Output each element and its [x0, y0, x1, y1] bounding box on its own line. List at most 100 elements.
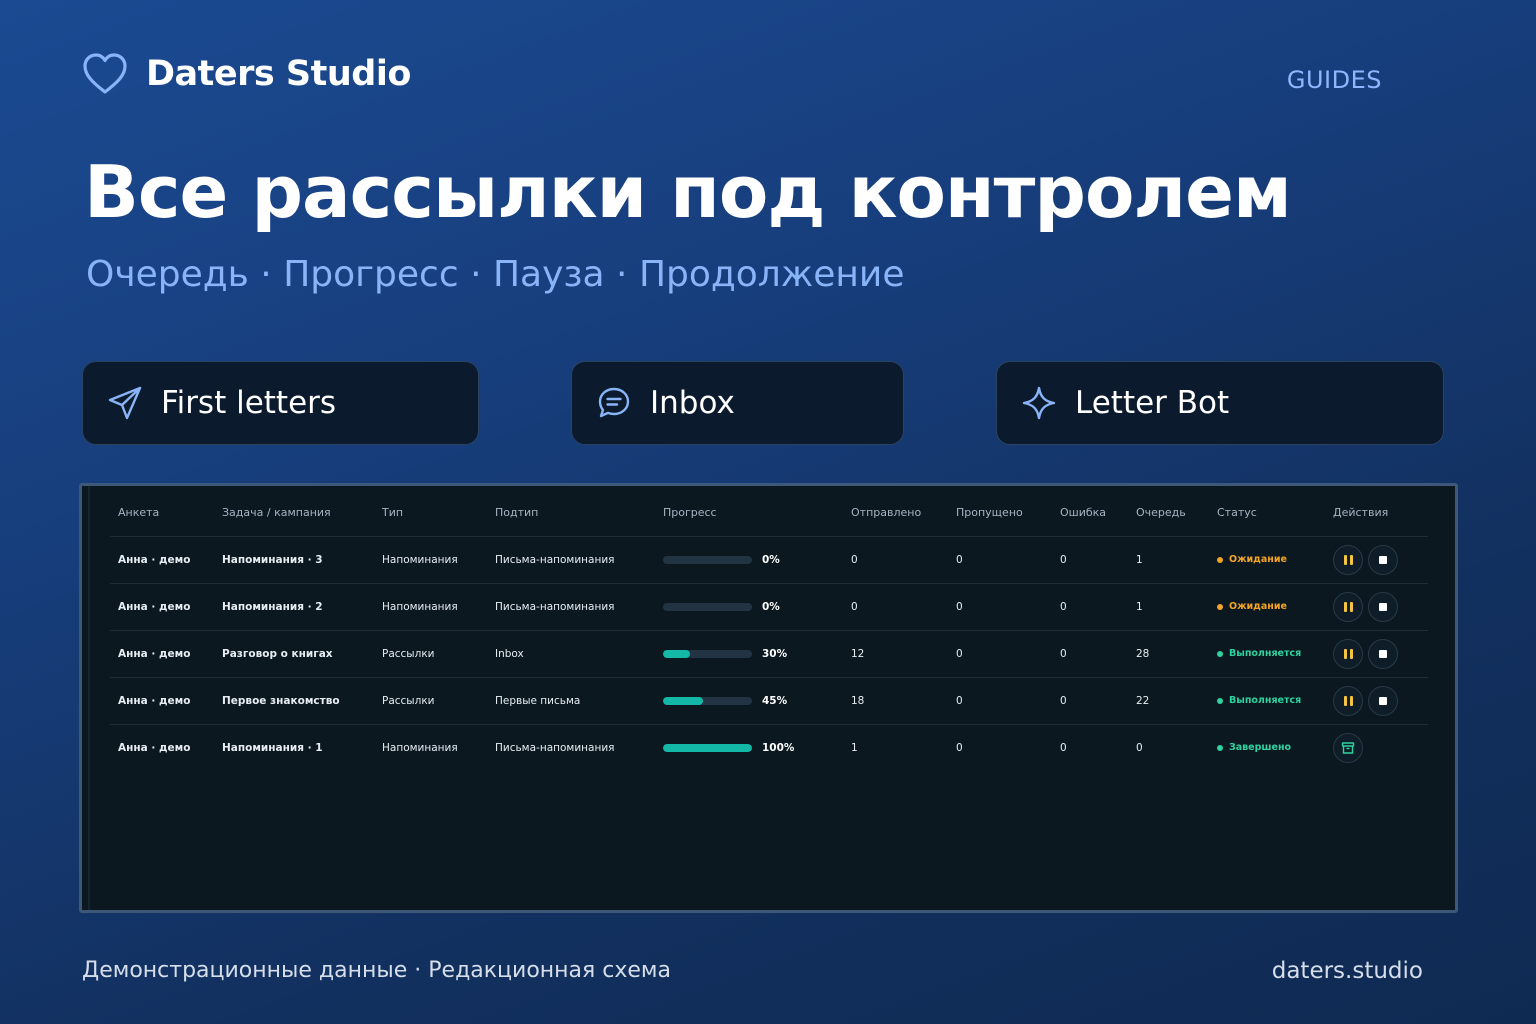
- status-dot: [1217, 603, 1223, 610]
- column-header[interactable]: Отправлено: [843, 486, 948, 537]
- progress-percent: 30%: [762, 647, 788, 660]
- status-dot: [1217, 697, 1223, 704]
- progress-bar: [663, 602, 752, 611]
- status-badge: Ожидание: [1217, 554, 1325, 565]
- cell-subtype: Письма-напоминания: [487, 536, 655, 584]
- pause-icon: [1343, 601, 1353, 612]
- card-first-letters[interactable]: First letters: [82, 361, 479, 445]
- cell-queue: 22: [1128, 677, 1209, 725]
- footer-domain[interactable]: daters.studio: [1272, 958, 1423, 984]
- cell-actions: [1325, 583, 1428, 631]
- cell-status: Ожидание: [1209, 583, 1325, 631]
- table-row[interactable]: Анна · демо Напоминания · 1 Напоминания Пис…: [110, 724, 1428, 771]
- cell-error: 0: [1052, 583, 1128, 631]
- send-icon: [108, 386, 142, 420]
- cell-skipped: 0: [948, 630, 1052, 678]
- cell-actions: [1325, 536, 1428, 584]
- brand-name: Daters Studio: [146, 54, 411, 94]
- cell-type: Рассылки: [374, 677, 487, 725]
- cell-queue: 1: [1128, 536, 1209, 584]
- column-header[interactable]: Ошибка: [1052, 486, 1128, 537]
- pause-button[interactable]: [1333, 638, 1363, 669]
- table-row[interactable]: Анна · демо Первое знакомство Рассылки Перв…: [110, 677, 1428, 725]
- status-label: Выполняется: [1229, 695, 1302, 706]
- cell-progress: 0%: [655, 583, 843, 631]
- pause-button[interactable]: [1333, 544, 1363, 575]
- column-header[interactable]: Подтип: [487, 486, 655, 537]
- progress-bar-fill: [663, 743, 752, 752]
- pause-icon: [1343, 648, 1353, 659]
- cell-type: Напоминания: [382, 741, 458, 754]
- cell-sent: 0: [843, 536, 948, 584]
- status-badge: Выполняется: [1217, 648, 1325, 659]
- table-header-row: Анкета Задача / кампания Тип Подтип Прогресс…: [110, 486, 1428, 537]
- cell-error: 0: [1052, 536, 1128, 584]
- table-row[interactable]: Анна · демо Напоминания · 2 Напоминания Пис…: [110, 583, 1428, 631]
- cell-task: Разговор о книгах: [214, 630, 374, 678]
- cell-profile: Анна · демо: [110, 536, 214, 584]
- column-header[interactable]: Задача / кампания: [214, 486, 374, 537]
- card-inbox[interactable]: Inbox: [571, 361, 904, 445]
- progress-bar-fill: [663, 696, 704, 705]
- page-title: Все рассылки под контролем: [84, 150, 1292, 234]
- cell-queue: 1: [1128, 583, 1209, 631]
- cell-profile: Анна · демо: [110, 630, 214, 678]
- cell-task: Напоминания · 2: [214, 583, 374, 631]
- column-header[interactable]: Действия: [1325, 486, 1428, 537]
- column-header[interactable]: Очередь: [1128, 486, 1209, 537]
- column-header[interactable]: Пропущено: [948, 486, 1052, 537]
- status-label: Ожидание: [1229, 601, 1287, 612]
- cell-type: Напоминания: [374, 583, 487, 631]
- stop-button[interactable]: [1368, 544, 1398, 575]
- progress-bar-fill: [663, 649, 690, 658]
- progress-bar: [663, 555, 752, 564]
- pause-icon: [1343, 695, 1353, 706]
- cell-status: Выполняется: [1209, 677, 1325, 725]
- column-header[interactable]: Анкета: [110, 486, 214, 537]
- progress-percent: 0%: [762, 553, 780, 566]
- pause-icon: [1343, 554, 1353, 565]
- stop-icon: [1379, 555, 1387, 564]
- archive-button[interactable]: [1333, 732, 1363, 763]
- cell-skipped: 0: [948, 583, 1052, 631]
- cell-status: Ожидание: [1209, 536, 1325, 584]
- cell-status: Выполняется: [1209, 630, 1325, 678]
- pause-button[interactable]: [1333, 685, 1363, 716]
- cell-sent: 0: [843, 583, 948, 631]
- column-header[interactable]: Прогресс: [655, 486, 843, 537]
- page-subtitle: Очередь · Прогресс · Пауза · Продолжение: [86, 254, 905, 295]
- guides-link[interactable]: GUIDES: [1287, 66, 1382, 94]
- pause-button[interactable]: [1333, 591, 1363, 622]
- cell-progress: 45%: [655, 677, 843, 725]
- table-row[interactable]: Анна · демо Напоминания · 3 Напоминания Пис…: [110, 536, 1428, 584]
- cell-skipped: 0: [948, 536, 1052, 584]
- status-label: Выполняется: [1229, 648, 1302, 659]
- status-dot: [1217, 744, 1223, 751]
- status-dot: [1217, 556, 1223, 563]
- column-header[interactable]: Статус: [1209, 486, 1325, 537]
- progress-bar: [663, 743, 752, 752]
- cell-subtype: Письма-напоминания: [487, 583, 655, 631]
- cell-type: Рассылки: [374, 630, 487, 678]
- cell-profile: Анна · демо: [110, 677, 214, 725]
- stop-button[interactable]: [1368, 638, 1398, 669]
- stop-button[interactable]: [1368, 591, 1398, 622]
- footer-note: Демонстрационные данные · Редакционная с…: [82, 958, 671, 983]
- status-dot: [1217, 650, 1223, 657]
- stop-button[interactable]: [1368, 685, 1398, 716]
- card-label: Letter Bot: [1075, 385, 1230, 421]
- table-row[interactable]: Анна · демо Разговор о книгах Рассылки Inbo…: [110, 630, 1428, 678]
- cell-queue: 0: [1136, 741, 1143, 754]
- cell-queue: 28: [1128, 630, 1209, 678]
- progress-percent: 0%: [762, 600, 780, 613]
- card-letter-bot[interactable]: Letter Bot: [996, 361, 1444, 445]
- cell-error: 0: [1052, 630, 1128, 678]
- status-badge: Выполняется: [1217, 695, 1325, 706]
- brand-logo[interactable]: Daters Studio: [82, 52, 411, 96]
- cell-profile: Анна · демо: [118, 741, 191, 754]
- status-badge: Ожидание: [1217, 601, 1325, 612]
- cell-error: 0: [1052, 677, 1128, 725]
- cell-skipped: 0: [948, 677, 1052, 725]
- cell-skipped: 0: [956, 741, 963, 754]
- column-header[interactable]: Тип: [374, 486, 487, 537]
